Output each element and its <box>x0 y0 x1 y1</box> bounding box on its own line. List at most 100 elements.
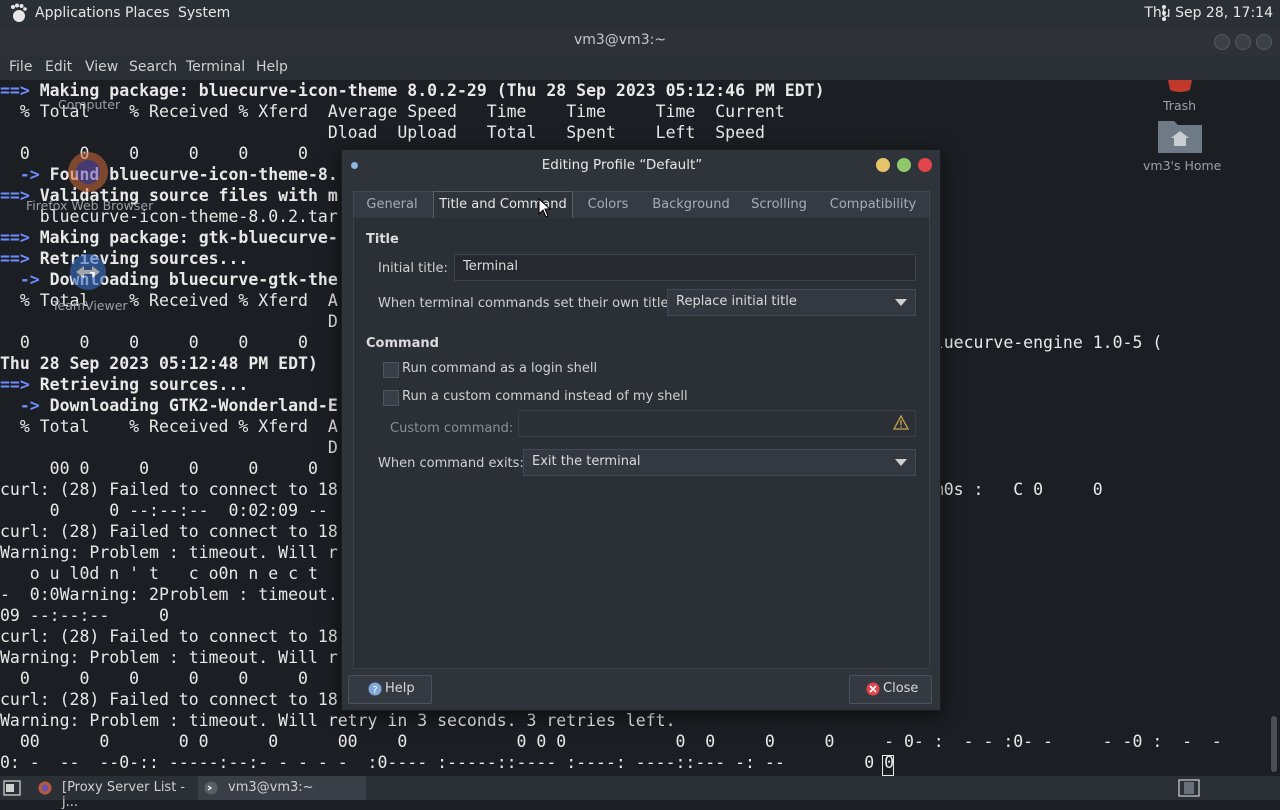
help-button[interactable]: ? Help <box>348 675 432 704</box>
custom-command-label: Custom command: <box>390 421 514 436</box>
dialog-minimize-button[interactable] <box>876 158 890 172</box>
tab-scrolling[interactable]: Scrolling <box>741 192 817 218</box>
menu-view[interactable]: View <box>85 59 118 75</box>
login-shell-checkbox[interactable] <box>383 362 399 378</box>
terminal-scrollbar[interactable] <box>1268 80 1280 776</box>
terminal-text: Dload Upload Total Spent Left Speed <box>0 123 765 142</box>
task-terminal[interactable]: vm3@vm3:~ <box>198 776 366 800</box>
firefox-icon <box>38 781 52 795</box>
chevron-down-icon <box>895 299 907 306</box>
gnome-foot-icon[interactable] <box>9 3 27 23</box>
terminal-text: Making package: gtk-bluecurve- <box>39 228 338 247</box>
terminal-text: ==> <box>0 375 40 394</box>
menu-places[interactable]: Places <box>125 5 170 21</box>
command-exits-dropdown[interactable]: Exit the terminal <box>523 449 916 476</box>
command-exits-label: When command exits: <box>378 456 524 471</box>
tab-background[interactable]: Background <box>645 192 737 218</box>
menu-terminal[interactable]: Terminal <box>186 59 245 75</box>
terminal-text: Downloading GTK2-Wonderland-E <box>49 396 338 415</box>
close-button[interactable]: Close <box>849 675 932 704</box>
custom-command-input[interactable] <box>518 410 916 437</box>
terminal-titlebar[interactable]: vm3@vm3:~ <box>0 27 1280 55</box>
chevron-down-icon <box>895 459 907 466</box>
terminal-line: % Total % Received % Xferd Average Speed… <box>0 101 1222 122</box>
terminal-text: 0 0 --:--:-- 0:02:09 -- <box>0 501 328 520</box>
login-shell-label[interactable]: Run command as a login shell <box>402 361 597 376</box>
terminal-text: 09 --:--:-- 0 <box>0 606 169 625</box>
terminal-text: 00 0 0 0 0 00 0 0 0 0 0 0 0 0 - 0- : - -… <box>0 732 1222 751</box>
desktop-icon-teamviewer-label[interactable]: TeamViewer <box>52 298 128 313</box>
menu-search[interactable]: Search <box>129 59 177 75</box>
terminal-text: -> <box>0 396 50 415</box>
terminal-maximize-button[interactable] <box>1235 34 1251 50</box>
terminal-text: % Total % Received % Xferd A <box>0 417 338 436</box>
section-command-heading: Command <box>366 336 439 351</box>
dialog-close-button[interactable] <box>918 158 932 172</box>
desktop-icon-home-label[interactable]: vm3's Home <box>1143 158 1221 173</box>
menu-file[interactable]: File <box>9 59 32 75</box>
terminal-minimize-button[interactable] <box>1214 34 1230 50</box>
terminal-line: 0: - -- --0-:: -----:--:- - - - - :0----… <box>0 752 1222 773</box>
mouse-pointer-icon <box>538 198 552 218</box>
initial-title-label: Initial title: <box>378 261 448 276</box>
custom-command-checkbox-label[interactable]: Run a custom command instead of my shell <box>402 389 688 404</box>
terminal-line: Warning: Problem : timeout. Will retry i… <box>0 710 1222 731</box>
terminal-text: 00 0 0 0 0 0 <box>0 459 318 478</box>
terminal-icon <box>204 781 218 795</box>
terminal-line: 00 0 0 0 0 00 0 0 0 0 0 0 0 0 - 0- : - -… <box>0 731 1222 752</box>
firefox-icon[interactable] <box>66 150 110 194</box>
menu-edit[interactable]: Edit <box>45 59 72 75</box>
initial-title-input[interactable]: Terminal <box>454 254 916 281</box>
terminal-text: Warning: Problem : timeout. Will r <box>0 543 338 562</box>
dialog-title: Editing Profile “Default” <box>541 157 703 173</box>
profile-tabs: General Title and Command Colors Backgro… <box>353 191 930 219</box>
dialog-titlebar[interactable]: Editing Profile “Default” <box>342 150 940 180</box>
taskbar: [Proxy Server List - j... vm3@vm3:~ <box>0 776 1280 810</box>
tab-title-and-command[interactable]: Title and Command <box>433 191 573 218</box>
initial-title-value: Terminal <box>463 259 518 274</box>
show-desktop-icon[interactable] <box>3 780 21 796</box>
terminal-text: D <box>0 312 338 331</box>
terminal-text: 0: - -- --0-:: -----:--:- - - - - :0----… <box>0 753 895 772</box>
tab-colors[interactable]: Colors <box>575 192 641 218</box>
terminal-text: ==> <box>0 81 40 100</box>
terminal-window-title: vm3@vm3:~ <box>573 32 667 48</box>
menu-help[interactable]: Help <box>256 59 288 75</box>
clock[interactable]: Thu Sep 28, 17:14 <box>1144 5 1273 21</box>
section-title-heading: Title <box>366 232 399 247</box>
profile-editor-dialog: Editing Profile “Default” General Title … <box>341 149 941 711</box>
terminal-text: Making package: bluecurve-icon-theme 8.0… <box>39 81 825 100</box>
workspace-switcher-icon[interactable] <box>1178 779 1200 797</box>
custom-command-checkbox[interactable] <box>383 390 399 406</box>
terminal-text: Warning: Problem : timeout. Will r <box>0 648 338 667</box>
own-titles-dropdown[interactable]: Replace initial title <box>667 289 916 316</box>
help-icon: ? <box>368 682 382 696</box>
desktop-icon-firefox-label[interactable]: Firefox Web Browser <box>26 198 153 213</box>
menu-applications[interactable]: Applications <box>35 5 121 21</box>
terminal-text: % Total % Received % Xferd A <box>0 291 338 310</box>
dialog-maximize-button[interactable] <box>897 158 911 172</box>
terminal-text: Warning: Problem : timeout. Will retry i… <box>0 711 676 730</box>
terminal-text: Thu 28 Sep 2023 05:12:48 PM EDT) <box>0 354 318 373</box>
home-folder-icon[interactable] <box>1156 117 1204 155</box>
teamviewer-icon[interactable] <box>68 252 108 292</box>
own-titles-label: When terminal commands set their own tit… <box>378 296 680 311</box>
terminal-text: -> <box>0 165 50 184</box>
terminal-text: - 0:0Warning: 2Problem : timeout. <box>0 585 338 604</box>
terminal-close-button[interactable] <box>1256 34 1272 50</box>
terminal-text: o u l0d n ' t c o0n n e c t <box>0 564 318 583</box>
tab-compatibility[interactable]: Compatibility <box>821 192 925 218</box>
desktop-icon-computer-label[interactable]: Computer <box>58 97 120 112</box>
terminal-text: ==> <box>0 228 40 247</box>
terminal-line: Dload Upload Total Spent Left Speed <box>0 122 1222 143</box>
close-button-label: Close <box>883 681 919 696</box>
trash-icon[interactable] <box>1166 80 1194 92</box>
tab-general[interactable]: General <box>354 192 430 218</box>
task-proxy-browser[interactable]: [Proxy Server List - j... <box>24 776 196 810</box>
desktop-icon-trash-label[interactable]: Trash <box>1163 98 1196 113</box>
scrollbar-thumb[interactable] <box>1271 716 1277 772</box>
terminal-text: -> <box>0 270 50 289</box>
terminal-text: 0 0 0 0 0 0 <box>0 669 308 688</box>
warning-icon <box>893 415 909 430</box>
menu-system[interactable]: System <box>178 5 230 21</box>
